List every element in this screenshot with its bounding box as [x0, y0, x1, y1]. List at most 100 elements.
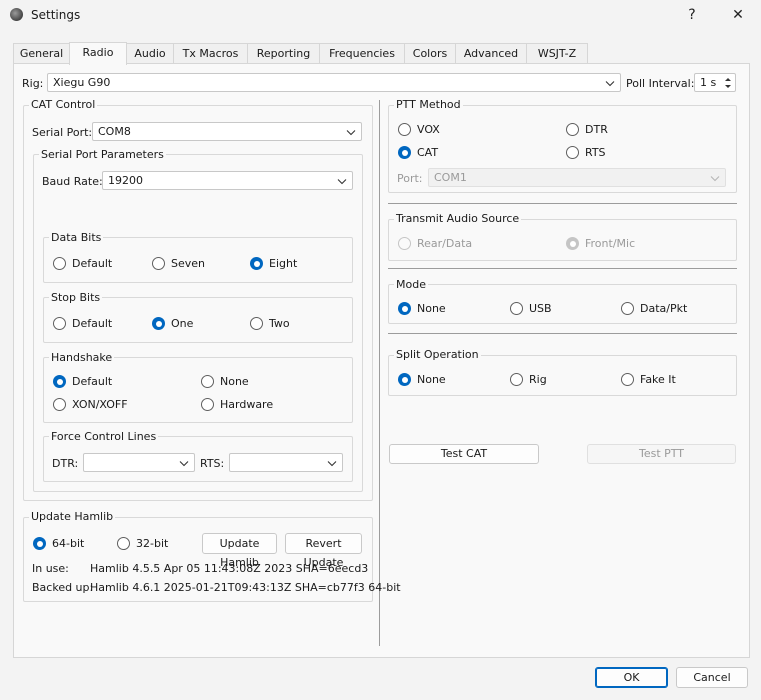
audio-rear-data-radio[interactable]: Rear/Data	[398, 237, 472, 250]
title-bar	[0, 0, 761, 32]
tab-audio[interactable]: Audio	[126, 43, 174, 64]
app-icon	[10, 8, 23, 21]
handshake-group	[43, 357, 353, 423]
data-bits-seven-radio[interactable]: Seven	[152, 257, 205, 270]
cat-control-title: CAT Control	[29, 98, 98, 111]
cancel-button[interactable]: Cancel	[676, 667, 748, 688]
radio-circle	[53, 317, 66, 330]
section-separator	[388, 333, 737, 334]
chevron-down-icon	[346, 130, 356, 136]
tab-tx-macros[interactable]: Tx Macros	[173, 43, 248, 64]
close-icon[interactable]: ✕	[723, 3, 753, 27]
audio-front-mic-radio[interactable]: Front/Mic	[566, 237, 635, 250]
handshake-title: Handshake	[49, 351, 115, 364]
serial-port-parameters-title: Serial Port Parameters	[39, 148, 166, 161]
tab-reporting[interactable]: Reporting	[247, 43, 320, 64]
rig-label: Rig:	[22, 77, 44, 90]
ptt-cat-radio[interactable]: CAT	[398, 146, 438, 159]
update-hamlib-button[interactable]: Update Hamlib	[202, 533, 277, 569]
vertical-separator	[379, 100, 380, 646]
handshake-xonxoff-radio[interactable]: XON/XOFF	[53, 398, 128, 411]
dtr-label: DTR:	[52, 457, 79, 470]
poll-interval-label: Poll Interval:	[626, 77, 695, 90]
handshake-default-radio[interactable]: Default	[53, 375, 112, 388]
radio-circle	[398, 123, 411, 136]
baud-rate-select[interactable]: 19200	[102, 171, 353, 190]
test-ptt-button[interactable]: Test PTT	[587, 444, 736, 464]
ptt-port-value: COM1	[434, 171, 467, 184]
tab-radio[interactable]: Radio	[69, 42, 127, 65]
window-title: Settings	[31, 8, 81, 22]
in-use-label: In use:	[32, 562, 69, 575]
radio-circle	[53, 398, 66, 411]
backed-up-label: Backed up:	[32, 581, 94, 594]
help-icon[interactable]: ?	[677, 3, 707, 27]
mode-title: Mode	[394, 278, 428, 291]
radio-circle-selected	[250, 257, 263, 270]
tab-strip: General Radio Audio Tx Macros Reporting …	[13, 42, 750, 65]
revert-update-button[interactable]: Revert Update	[285, 533, 362, 569]
handshake-hardware-radio[interactable]: Hardware	[201, 398, 273, 411]
chevron-down-icon	[327, 461, 337, 467]
split-fake-it-radio[interactable]: Fake It	[621, 373, 676, 386]
force-control-lines-title: Force Control Lines	[49, 430, 159, 443]
rig-select[interactable]: Xiegu G90	[47, 73, 621, 92]
radio-circle	[566, 123, 579, 136]
hamlib-64bit-radio[interactable]: 64-bit	[33, 537, 84, 550]
backed-up-value: Hamlib 4.6.1 2025-01-21T09:43:13Z SHA=cb…	[90, 581, 401, 594]
chevron-down-icon	[710, 176, 720, 182]
handshake-none-radio[interactable]: None	[201, 375, 249, 388]
radio-circle	[201, 375, 214, 388]
stop-bits-title: Stop Bits	[49, 291, 103, 304]
tab-wsjt-z[interactable]: WSJT-Z	[526, 43, 588, 64]
ptt-dtr-radio[interactable]: DTR	[566, 123, 608, 136]
radio-circle	[250, 317, 263, 330]
dtr-select[interactable]	[83, 453, 195, 472]
section-separator	[388, 268, 737, 269]
split-rig-radio[interactable]: Rig	[510, 373, 547, 386]
ok-button[interactable]: OK	[595, 667, 668, 688]
tab-general[interactable]: General	[13, 43, 70, 64]
radio-circle-selected	[33, 537, 46, 550]
ptt-method-title: PTT Method	[394, 98, 463, 111]
radio-circle	[621, 373, 634, 386]
data-bits-title: Data Bits	[49, 231, 104, 244]
radio-circle-selected	[53, 375, 66, 388]
update-hamlib-title: Update Hamlib	[29, 510, 116, 523]
rts-select[interactable]	[229, 453, 343, 472]
radio-circle-selected	[398, 373, 411, 386]
mode-usb-radio[interactable]: USB	[510, 302, 552, 315]
ptt-rts-radio[interactable]: RTS	[566, 146, 606, 159]
split-none-radio[interactable]: None	[398, 373, 446, 386]
tab-frequencies[interactable]: Frequencies	[319, 43, 405, 64]
poll-interval-value: 1 s	[700, 76, 717, 89]
ptt-port-select[interactable]: COM1	[428, 168, 726, 187]
stop-bits-default-radio[interactable]: Default	[53, 317, 112, 330]
mode-data-pkt-radio[interactable]: Data/Pkt	[621, 302, 687, 315]
radio-circle-selected	[152, 317, 165, 330]
hamlib-32bit-radio[interactable]: 32-bit	[117, 537, 168, 550]
serial-port-value: COM8	[98, 125, 131, 138]
spin-arrows-icon[interactable]	[723, 75, 733, 91]
mode-none-radio[interactable]: None	[398, 302, 446, 315]
radio-circle	[566, 146, 579, 159]
radio-circle	[53, 257, 66, 270]
stop-bits-two-radio[interactable]: Two	[250, 317, 290, 330]
chevron-down-icon	[179, 461, 189, 467]
chevron-down-icon	[605, 81, 615, 87]
radio-circle-selected	[566, 237, 579, 250]
radio-circle	[117, 537, 130, 550]
test-cat-button[interactable]: Test CAT	[389, 444, 539, 464]
tab-advanced[interactable]: Advanced	[455, 43, 527, 64]
ptt-vox-radio[interactable]: VOX	[398, 123, 440, 136]
data-bits-eight-radio[interactable]: Eight	[250, 257, 297, 270]
radio-circle-selected	[398, 302, 411, 315]
poll-interval-spinbox[interactable]: 1 s	[694, 73, 736, 92]
baud-rate-label: Baud Rate:	[42, 175, 103, 188]
stop-bits-one-radio[interactable]: One	[152, 317, 193, 330]
serial-port-select[interactable]: COM8	[92, 122, 362, 141]
transmit-audio-source-title: Transmit Audio Source	[394, 212, 522, 225]
serial-port-label: Serial Port:	[32, 126, 93, 139]
tab-colors[interactable]: Colors	[404, 43, 456, 64]
data-bits-default-radio[interactable]: Default	[53, 257, 112, 270]
